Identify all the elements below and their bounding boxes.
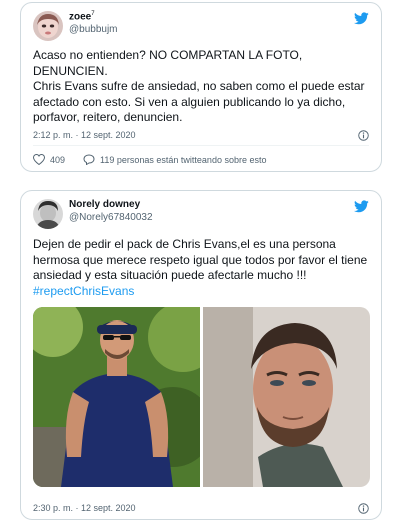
- tweet-card[interactable]: Norely downey @Norely67840032 Dejen de p…: [20, 190, 382, 520]
- hashtag-link[interactable]: #repectChrisEvans: [33, 284, 371, 300]
- user-display-name[interactable]: zoee7: [69, 11, 95, 22]
- tweet-timestamp[interactable]: 2:30 p. m. · 12 sept. 2020: [33, 503, 136, 513]
- tweet-paragraph: Dejen de pedir el pack de Chris Evans,el…: [33, 237, 368, 282]
- tweet-text: Acaso no entienden? NO COMPARTAN LA FOTO…: [33, 48, 371, 126]
- info-icon[interactable]: [358, 130, 369, 141]
- tweet-timestamp[interactable]: 2:12 p. m. · 12 sept. 2020: [33, 130, 136, 140]
- photo-man-close-up[interactable]: [203, 307, 370, 487]
- tweet-paragraph: Chris Evans sufre de ansiedad, no saben …: [33, 79, 365, 124]
- user-handle[interactable]: @bubbujm: [69, 24, 118, 35]
- avatar[interactable]: [33, 11, 63, 41]
- tweet-text: Dejen de pedir el pack de Chris Evans,el…: [33, 237, 371, 299]
- twitter-bird-icon[interactable]: [354, 200, 369, 213]
- speech-bubble-icon[interactable]: [83, 154, 95, 165]
- twitter-bird-icon[interactable]: [354, 12, 369, 25]
- media-gallery[interactable]: [33, 307, 370, 487]
- user-handle[interactable]: @Norely67840032: [69, 212, 153, 223]
- user-display-name[interactable]: Norely downey: [69, 199, 140, 210]
- talking-about-text[interactable]: 119 personas están twitteando sobre esto: [100, 155, 266, 165]
- heart-icon[interactable]: [33, 154, 45, 165]
- info-icon[interactable]: [358, 503, 369, 514]
- tweet-actions: 409 119 personas están twitteando sobre …: [33, 154, 266, 165]
- divider: [33, 145, 369, 146]
- like-count[interactable]: 409: [50, 155, 65, 165]
- tweet-card[interactable]: zoee7 @bubbujm Acaso no entienden? NO CO…: [20, 2, 382, 172]
- tweet-paragraph: Acaso no entienden? NO COMPARTAN LA FOTO…: [33, 48, 303, 78]
- name-superscript: 7: [91, 11, 95, 17]
- photo-man-in-blue-shirt[interactable]: [33, 307, 218, 487]
- avatar[interactable]: [33, 199, 63, 229]
